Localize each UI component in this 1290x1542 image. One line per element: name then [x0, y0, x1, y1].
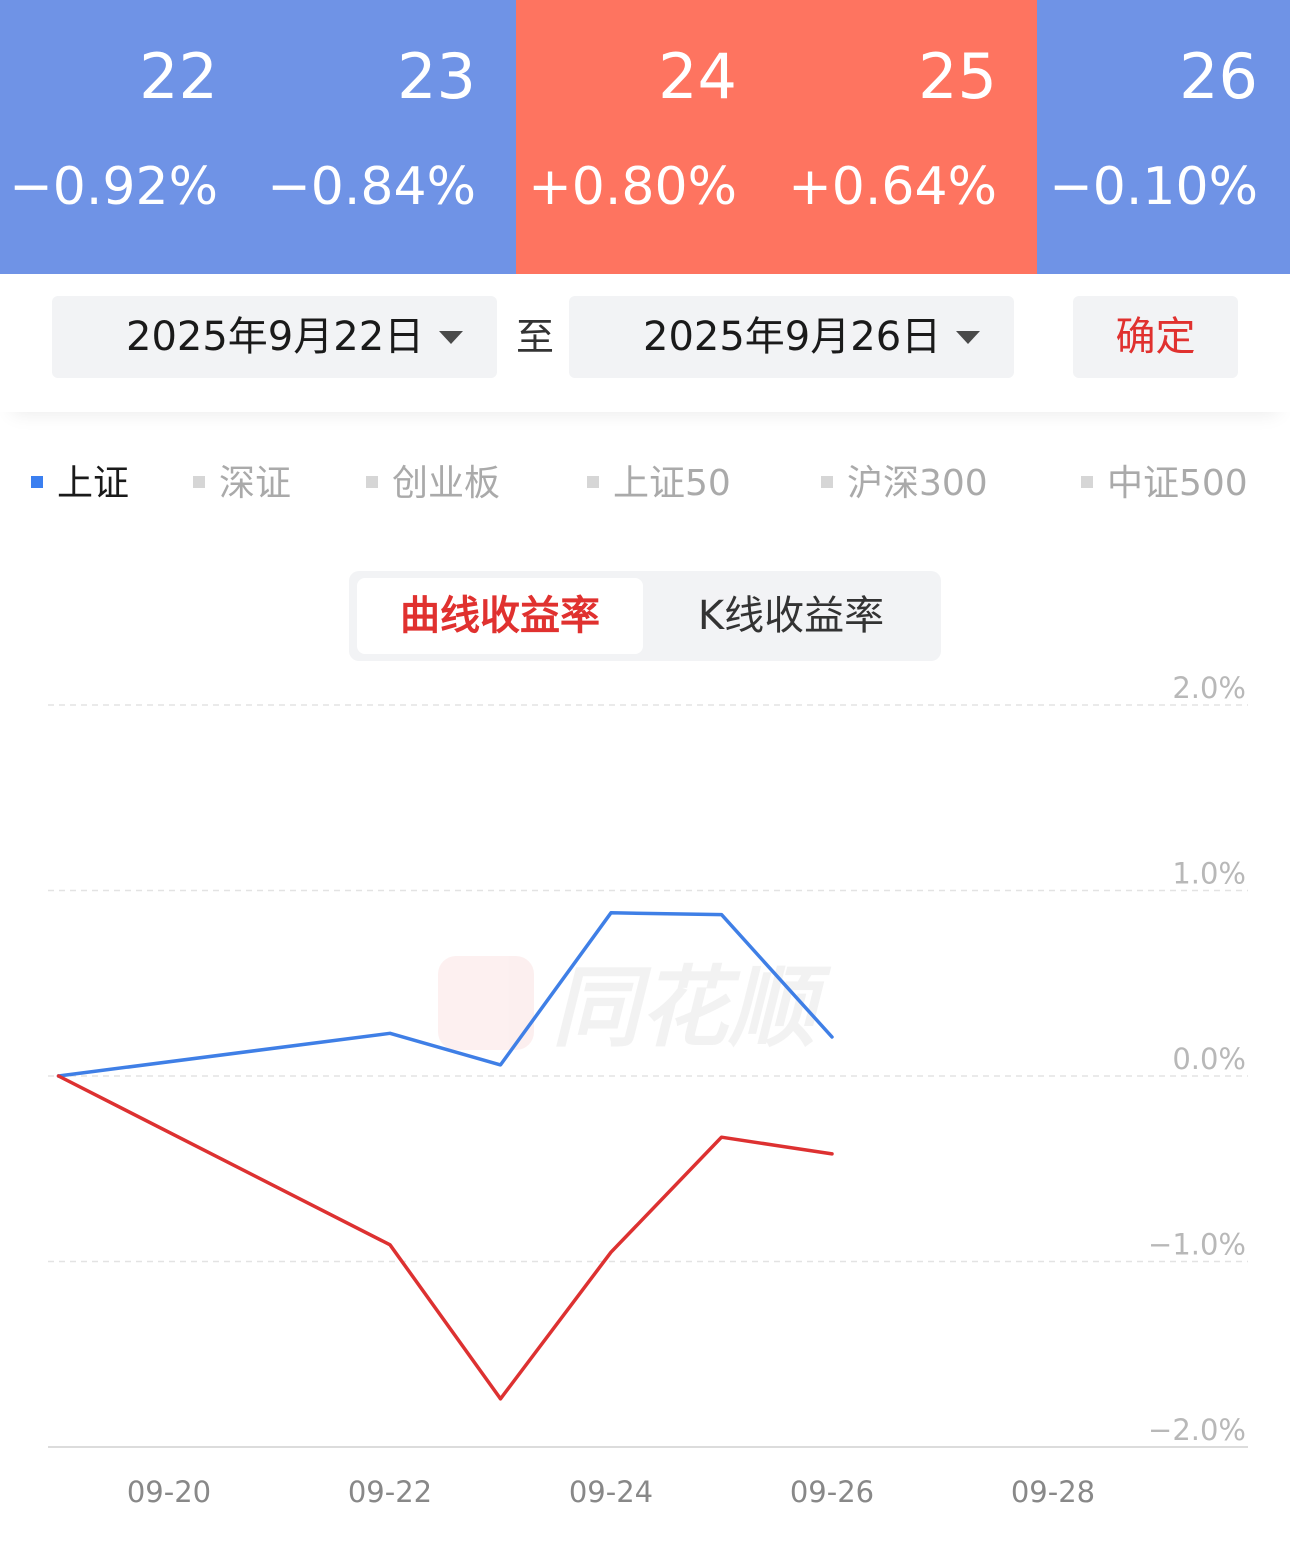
tab-label: 上证: [57, 463, 130, 504]
day-number: 24: [658, 40, 737, 113]
return-chart: 2.0% 1.0% 0.0% −1.0% −2.0% 09-20 09-22 09-24 09-…: [0, 660, 1290, 1542]
watermark-text: 同花顺: [552, 956, 832, 1059]
legend-square-icon: [193, 476, 205, 488]
return-chart-svg: 2.0% 1.0% 0.0% −1.0% −2.0% 09-20 09-22 09-24 09-…: [48, 671, 1248, 1509]
legend-square-icon: [587, 476, 599, 488]
day-change: −0.10%: [1049, 157, 1258, 217]
legend-square-icon: [366, 476, 378, 488]
day-cell-22[interactable]: 22 −0.92%: [0, 0, 258, 274]
chevron-down-icon: [956, 331, 980, 344]
day-cell-24[interactable]: 24 +0.80%: [516, 0, 777, 274]
tab-chinext[interactable]: 创业板: [366, 458, 500, 510]
return-mode-toggle: 曲线收益率 K线收益率: [349, 571, 941, 661]
tab-curve-return[interactable]: 曲线收益率: [357, 578, 643, 654]
tab-label: 创业板: [392, 463, 501, 504]
day-cell-23[interactable]: 23 −0.84%: [258, 0, 516, 274]
day-change: −0.84%: [267, 157, 476, 217]
day-number: 25: [918, 40, 997, 113]
tab-label: 沪深300: [847, 463, 988, 504]
tab-shenzhen[interactable]: 深证: [193, 458, 291, 510]
tab-csi300[interactable]: 沪深300: [821, 458, 988, 510]
tab-label: 中证500: [1107, 463, 1248, 504]
start-date-select[interactable]: 2025年9月22日: [52, 296, 497, 378]
tab-shanghai[interactable]: 上证: [31, 458, 129, 510]
y-tick-label: −2.0%: [1148, 1413, 1246, 1447]
day-cell-26[interactable]: 26 −0.10%: [1037, 0, 1290, 274]
confirm-button[interactable]: 确定: [1073, 296, 1238, 378]
end-date-select[interactable]: 2025年9月26日: [569, 296, 1014, 378]
day-change: +0.80%: [528, 157, 737, 217]
chevron-down-icon: [439, 331, 463, 344]
legend-square-icon: [1081, 476, 1093, 488]
tab-kline-return[interactable]: K线收益率: [649, 578, 933, 654]
x-tick-label: 09-26: [790, 1475, 874, 1509]
x-tick-label: 09-20: [127, 1475, 211, 1509]
x-tick-label: 09-28: [1011, 1475, 1095, 1509]
date-range-bar: 2025年9月22日 至 2025年9月26日 确定: [0, 274, 1290, 412]
end-date-value: 2025年9月26日: [643, 314, 942, 360]
y-tick-label: 0.0%: [1172, 1042, 1246, 1076]
day-change: +0.64%: [788, 157, 997, 217]
day-number: 23: [397, 40, 476, 113]
start-date-value: 2025年9月22日: [126, 314, 425, 360]
legend-square-icon: [31, 476, 43, 488]
date-range-separator: 至: [516, 315, 555, 359]
y-tick-label: −1.0%: [1148, 1228, 1246, 1262]
x-tick-label: 09-22: [348, 1475, 432, 1509]
tab-csi500[interactable]: 中证500: [1081, 458, 1248, 510]
day-number: 26: [1179, 40, 1258, 113]
day-number: 22: [139, 40, 218, 113]
daily-change-strip: 22 −0.92% 23 −0.84% 24 +0.80% 25 +0.64% …: [0, 0, 1290, 274]
x-tick-label: 09-24: [569, 1475, 653, 1509]
tab-sse50[interactable]: 上证50: [587, 458, 731, 510]
y-tick-label: 2.0%: [1172, 671, 1246, 705]
tab-label: 上证50: [613, 463, 731, 504]
day-cell-25[interactable]: 25 +0.64%: [777, 0, 1037, 274]
day-change: −0.92%: [9, 157, 218, 217]
series-line-red: [56, 1074, 834, 1401]
legend-square-icon: [821, 476, 833, 488]
y-tick-label: 1.0%: [1172, 857, 1246, 891]
tab-label: 深证: [219, 463, 292, 504]
